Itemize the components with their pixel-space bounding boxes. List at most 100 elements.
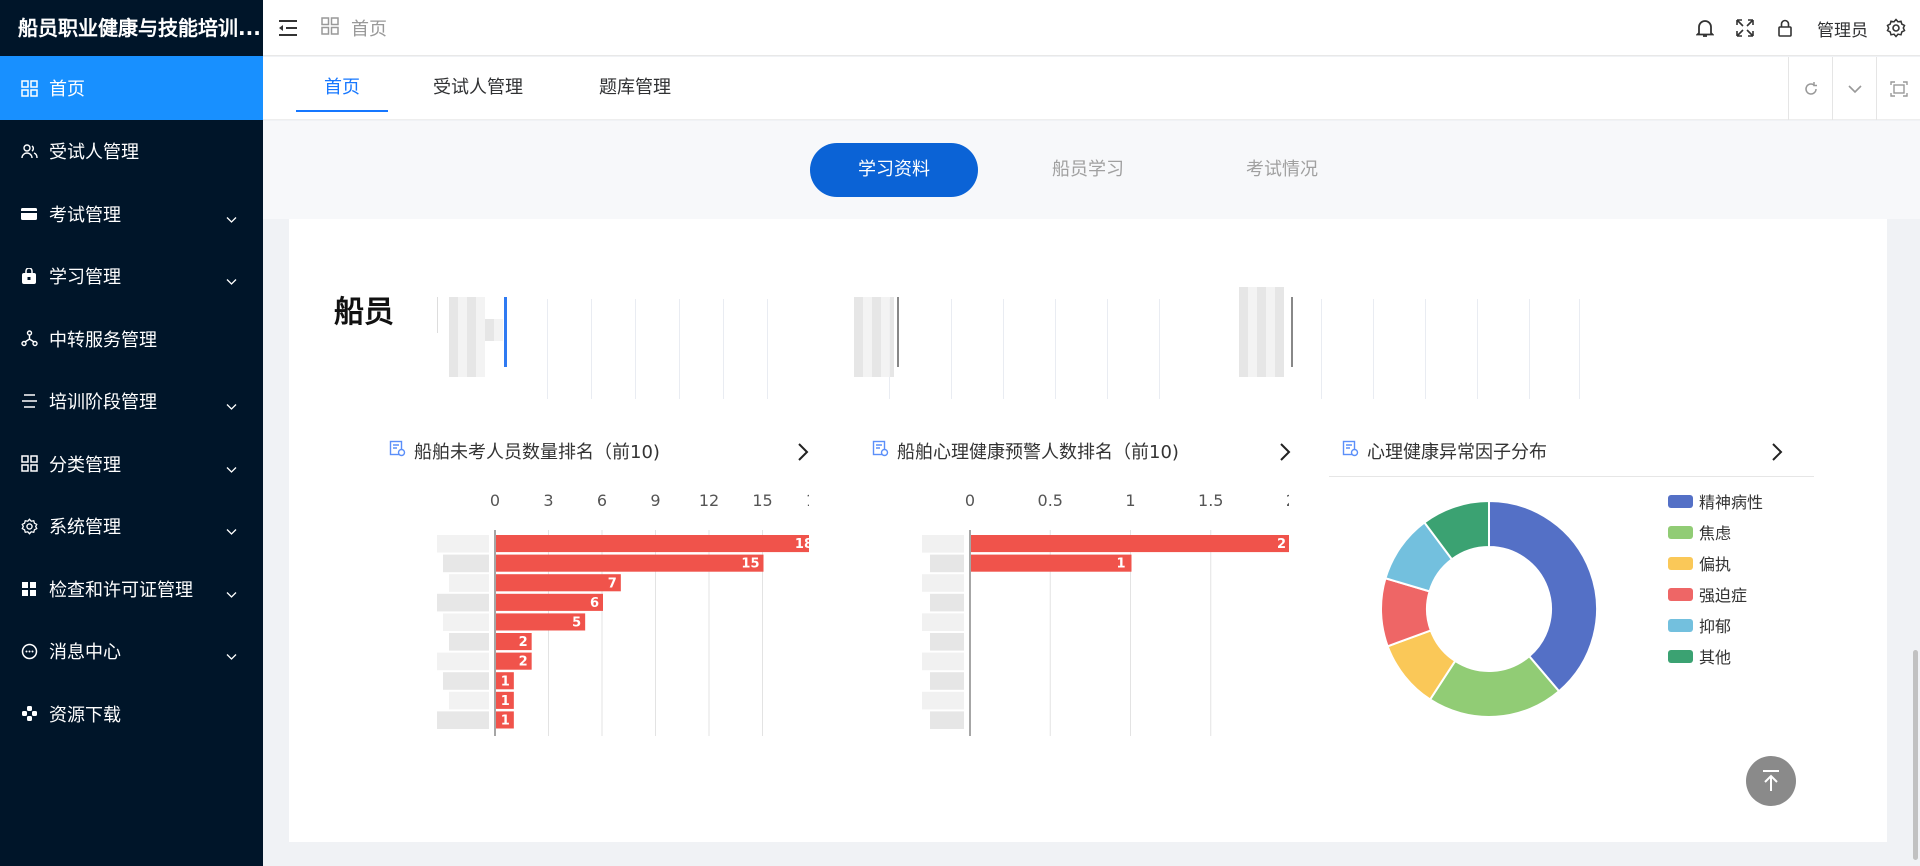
sidebar-item-label: 检查和许可证管理 [49,579,193,601]
bar[interactable] [496,535,809,553]
legend-swatch [1668,494,1693,508]
app-title: 船员职业健康与技能培训... [18,16,261,40]
sidebar-item-8[interactable]: 检查和许可证管理 [0,558,263,621]
gear-icon[interactable] [1886,18,1906,38]
chevron-down-icon[interactable] [1832,57,1876,120]
blurred-category-label [443,613,489,631]
sidebar-item-label: 分类管理 [49,454,121,476]
scrollbar[interactable] [1913,650,1918,860]
bar-data-label: 1 [501,694,510,709]
legend-item[interactable]: 其他 [1668,644,1731,668]
grid-line [591,299,592,399]
legend-item[interactable]: 焦虑 [1668,520,1731,544]
donut-slice[interactable] [1488,499,1598,693]
panel-factor-head: 心理健康异常因子分布 [1342,436,1547,466]
user-name[interactable]: 管理员 [1817,16,1868,41]
sidebar-item-10[interactable]: 资源下载 [0,683,263,746]
bar[interactable] [496,554,764,572]
legend-label: 抑郁 [1699,617,1732,636]
switch-study-material[interactable]: 学习资料 [810,143,978,197]
chevron-down-icon [226,645,237,666]
legend-label: 偏执 [1699,555,1732,574]
panel-unexamined-head: 船舶未考人员数量排名（前10) [389,436,660,466]
main-content: 船员 学习资料 船员学习 考试情况 船舶未考人员数量排名（前10) 船舶心理健康… [263,121,1920,866]
blurred-category-label [449,574,489,592]
view-switcher: 学习资料 船员学习 考试情况 [263,121,1920,219]
maximize-icon[interactable] [1876,57,1920,120]
back-to-top-button[interactable] [1746,756,1796,806]
divider [437,297,438,333]
bar-chart-unexamined: 0369121518181576522111 [437,491,809,736]
sidebar-item-1[interactable]: 受试人管理 [0,120,263,183]
legend-label: 其他 [1699,648,1732,667]
network-icon [20,330,38,348]
chevron-right-icon[interactable] [1279,442,1291,466]
sidebar-item-label: 首页 [49,79,85,100]
blurred-category-label [437,711,489,729]
sidebar-item-6[interactable]: 分类管理 [0,433,263,496]
chevron-right-icon[interactable] [1771,442,1783,466]
x-tick-label: 0 [490,491,500,510]
grid-line [1425,299,1426,399]
panel-separator [1329,476,1814,477]
bell-icon[interactable] [1695,18,1715,38]
panel-warning-head: 船舶心理健康预警人数排名（前10) [872,436,1179,466]
bar[interactable] [496,574,621,592]
x-tick-label: 12 [699,491,719,510]
blurred-category-label [437,535,489,553]
tabs-bar: 首页 受试人管理 题库管理 [263,57,1920,120]
legend-label: 强迫症 [1699,586,1748,605]
bar-data-label: 2 [1277,537,1286,552]
sidebar-item-5[interactable]: 培训阶段管理 [0,370,263,433]
bar-data-label: 1 [501,714,510,729]
sidebar-item-7[interactable]: 系统管理 [0,495,263,558]
blurred-category-label [449,633,489,651]
legend-item[interactable]: 精神病性 [1668,489,1763,513]
bar-data-label: 5 [572,616,581,631]
legend-item[interactable]: 强迫症 [1668,582,1747,606]
sidebar-item-3[interactable]: 学习管理 [0,245,263,308]
list-icon [20,392,38,410]
breadcrumb[interactable]: 首页 [351,15,387,41]
bar[interactable] [971,535,1289,553]
sidebar-item-9[interactable]: 消息中心 [0,620,263,683]
sidebar-item-label: 学习管理 [49,267,121,289]
x-tick-label: 6 [597,491,607,510]
blurred-category-label [437,593,489,612]
legend-swatch [1668,587,1693,601]
bar[interactable] [496,593,603,611]
apps-icon [20,580,38,598]
collapse-menu-icon[interactable] [277,17,299,39]
bar-data-label: 2 [519,655,528,670]
chevron-right-icon[interactable] [797,442,809,466]
donut-chart-factors [1380,499,1598,718]
tab-subjects[interactable]: 受试人管理 [423,57,533,120]
fullscreen-icon[interactable] [1735,18,1755,38]
sidebar-item-0[interactable]: 首页 [0,56,263,120]
bar[interactable] [971,554,1132,572]
user-group-icon [20,142,38,160]
legend-swatch [1668,618,1693,632]
grid-line [1107,299,1108,399]
switch-crew-study[interactable]: 船员学习 [1004,143,1172,197]
legend-swatch [1668,525,1693,539]
blurred-category-label [930,672,964,690]
tab-question-bank[interactable]: 题库管理 [585,57,685,120]
blurred-category-label [437,652,489,671]
refresh-icon[interactable] [1788,57,1832,120]
document-icon [1342,440,1359,462]
grid-line [767,299,768,399]
document-icon [389,440,406,462]
bar-data-label: 15 [741,557,759,572]
sidebar-item-2[interactable]: 考试管理 [0,183,263,246]
tab-home[interactable]: 首页 [296,57,388,120]
legend-item[interactable]: 抑郁 [1668,613,1731,637]
sidebar-item-label: 考试管理 [49,204,121,226]
sidebar-item-4[interactable]: 中转服务管理 [0,308,263,371]
legend-item[interactable]: 偏执 [1668,551,1731,575]
lock-icon[interactable] [1775,18,1795,38]
sidebar-item-label: 消息中心 [49,642,121,664]
switch-exam-status[interactable]: 考试情况 [1198,143,1366,197]
sidebar-item-label: 资源下载 [49,704,121,726]
blurred-label [854,297,894,377]
